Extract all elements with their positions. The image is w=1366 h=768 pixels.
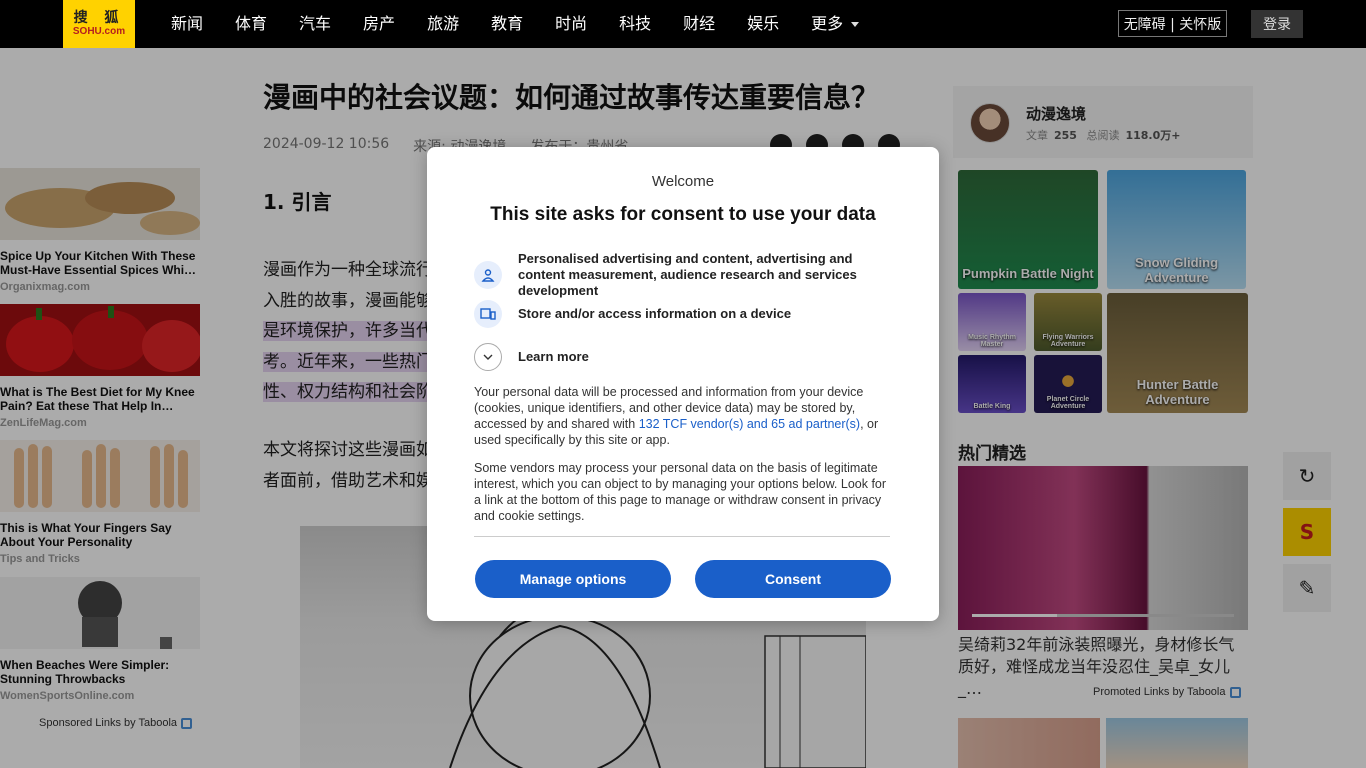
nav-item-travel[interactable]: 旅游 [427, 0, 459, 48]
sohu-logo[interactable]: 搜 狐 SOHU.com [63, 0, 135, 48]
consent-legitimate-interest-text: Some vendors may process your personal d… [474, 461, 887, 523]
dialog-welcome: Welcome [651, 173, 715, 190]
nav-more-menu[interactable]: 更多 [811, 0, 860, 48]
consent-dialog: Welcome This site asks for consent to us… [427, 147, 939, 621]
vendors-link[interactable]: 132 TCF vendor(s) and 65 ad partner(s) [639, 417, 860, 431]
learn-more-toggle[interactable]: Learn more [474, 343, 894, 371]
dialog-heading: This site asks for consent to use your d… [490, 204, 876, 225]
purpose-text: Store and/or access information on a dev… [518, 306, 792, 321]
nav-item-education[interactable]: 教育 [491, 0, 523, 48]
chevron-down-icon[interactable] [474, 343, 502, 371]
device-icon [474, 300, 502, 328]
nav-item-entertainment[interactable]: 娱乐 [747, 0, 779, 48]
nav-item-fashion[interactable]: 时尚 [555, 0, 587, 48]
logo-sub: SOHU.com [72, 26, 126, 37]
accessibility-button[interactable]: 无障碍 | 关怀版 [1118, 10, 1227, 37]
channel-nav: 新闻 体育 汽车 房产 旅游 教育 时尚 科技 财经 娱乐 更多 [171, 0, 891, 48]
nav-item-tech[interactable]: 科技 [619, 0, 651, 48]
nav-item-finance[interactable]: 财经 [683, 0, 715, 48]
purpose-text: Personalised advertising and content, ad… [518, 251, 857, 298]
person-icon [474, 261, 502, 289]
nav-item-house[interactable]: 房产 [363, 0, 395, 48]
manage-options-button[interactable]: Manage options [475, 560, 671, 598]
consent-body-text: Your personal data will be processed and… [474, 384, 892, 448]
top-nav-bar: 搜 狐 SOHU.com 新闻 体育 汽车 房产 旅游 教育 时尚 科技 财经 … [0, 0, 1366, 48]
learn-more-label: Learn more [518, 349, 589, 364]
consent-button[interactable]: Consent [695, 560, 891, 598]
logo-text: 搜 狐 [73, 10, 125, 26]
login-button[interactable]: 登录 [1251, 10, 1303, 38]
nav-item-auto[interactable]: 汽车 [299, 0, 331, 48]
chevron-down-icon [851, 21, 860, 27]
purpose-item: Personalised advertising and content, ad… [474, 251, 894, 299]
divider [474, 536, 890, 537]
nav-item-sports[interactable]: 体育 [235, 0, 267, 48]
purpose-item: Store and/or access information on a dev… [474, 300, 894, 328]
nav-more-label: 更多 [811, 14, 844, 33]
nav-item-news[interactable]: 新闻 [171, 0, 203, 48]
